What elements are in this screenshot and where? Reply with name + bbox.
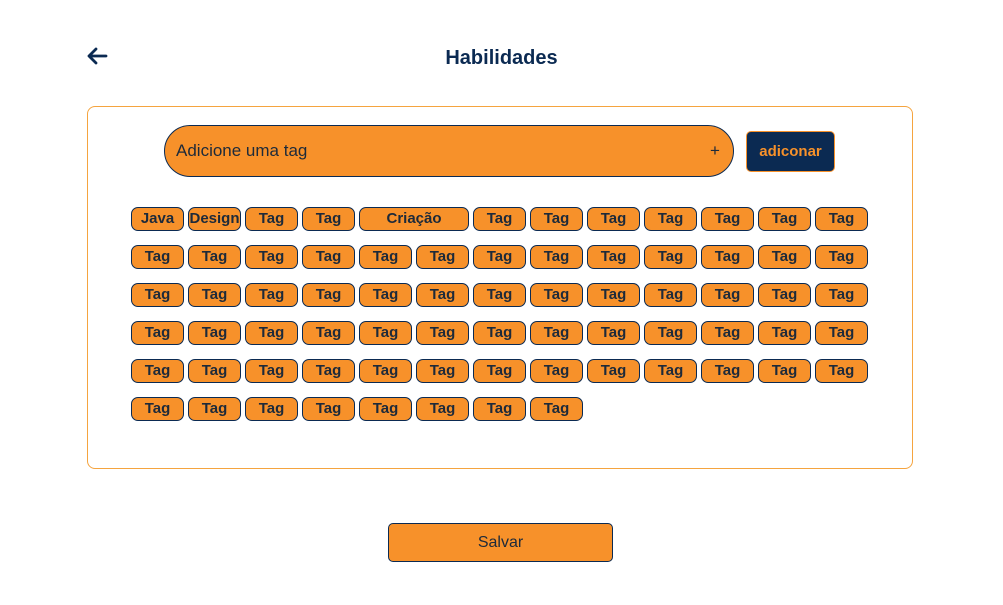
tag-chip[interactable]: Tag	[587, 207, 640, 231]
tag-chip[interactable]: Tag	[530, 207, 583, 231]
tag-chip[interactable]: Tag	[530, 359, 583, 383]
tag-chip[interactable]: Tag	[416, 359, 469, 383]
tag-chip[interactable]: Tag	[416, 397, 469, 421]
tag-chip[interactable]: Tag	[131, 321, 184, 345]
tag-chip[interactable]: Tag	[701, 283, 754, 307]
tag-chip[interactable]: Tag	[701, 207, 754, 231]
tag-chip[interactable]: Criação	[359, 207, 469, 231]
tag-chip[interactable]: Tag	[131, 283, 184, 307]
tag-chip[interactable]: Tag	[245, 245, 298, 269]
tag-chip[interactable]: Tag	[758, 359, 811, 383]
tag-chip[interactable]: Tag	[758, 245, 811, 269]
tag-chip[interactable]: Tag	[473, 245, 526, 269]
tag-chip[interactable]: Tag	[644, 321, 697, 345]
tag-chip[interactable]: Tag	[302, 321, 355, 345]
tag-chip[interactable]: Tag	[473, 359, 526, 383]
tag-chip[interactable]: Tag	[245, 359, 298, 383]
tag-chip[interactable]: Tag	[815, 207, 868, 231]
tag-chip[interactable]: Tag	[302, 283, 355, 307]
tag-chip[interactable]: Tag	[359, 397, 412, 421]
tag-chip[interactable]: Tag	[587, 283, 640, 307]
tag-chip[interactable]: Tag	[815, 283, 868, 307]
tag-chip[interactable]: Tag	[188, 397, 241, 421]
tag-chip[interactable]: Tag	[473, 207, 526, 231]
tag-chip[interactable]: Tag	[188, 245, 241, 269]
add-tag-button[interactable]: adiconar	[746, 131, 835, 172]
tag-chip[interactable]: Tag	[131, 359, 184, 383]
tag-list: Java Design Tag Tag Criação Tag Tag Tag Tag Tag Ta…	[131, 207, 876, 435]
tag-row: Java Design Tag Tag Criação Tag Tag Tag Tag Tag Ta…	[131, 207, 876, 233]
tag-chip[interactable]: Tag	[530, 397, 583, 421]
tag-chip[interactable]: Tag	[359, 245, 412, 269]
tag-chip[interactable]: Tag	[644, 245, 697, 269]
tag-chip[interactable]: Tag	[131, 245, 184, 269]
tag-row: Tag Tag Tag Tag Tag Tag Tag Tag Tag Tag Tag Tag Tag	[131, 359, 876, 385]
tag-row: Tag Tag Tag Tag Tag Tag Tag Tag Tag Tag Tag Tag Tag	[131, 245, 876, 271]
tag-chip[interactable]: Tag	[302, 359, 355, 383]
tag-chip[interactable]: Tag	[530, 283, 583, 307]
tag-chip[interactable]: Tag	[302, 397, 355, 421]
save-button[interactable]: Salvar	[388, 523, 613, 562]
tag-chip[interactable]: Tag	[416, 245, 469, 269]
tag-chip[interactable]: Tag	[473, 321, 526, 345]
tag-chip[interactable]: Tag	[245, 207, 298, 231]
tag-chip[interactable]: Tag	[815, 245, 868, 269]
tag-chip[interactable]: Tag	[701, 245, 754, 269]
tag-chip[interactable]: Tag	[644, 359, 697, 383]
tag-chip[interactable]: Tag	[587, 359, 640, 383]
tag-chip[interactable]: Tag	[188, 321, 241, 345]
tag-chip[interactable]: Tag	[758, 207, 811, 231]
tag-row: Tag Tag Tag Tag Tag Tag Tag Tag	[131, 397, 876, 423]
tag-chip[interactable]: Tag	[815, 359, 868, 383]
tag-chip[interactable]: Tag	[245, 283, 298, 307]
tag-chip[interactable]: Java	[131, 207, 184, 231]
plus-icon[interactable]: +	[705, 141, 725, 161]
tag-chip[interactable]: Tag	[473, 283, 526, 307]
tag-chip[interactable]: Tag	[245, 321, 298, 345]
tag-chip[interactable]: Tag	[131, 397, 184, 421]
tag-chip[interactable]: Tag	[302, 245, 355, 269]
tag-chip[interactable]: Tag	[758, 321, 811, 345]
tag-chip[interactable]: Tag	[701, 321, 754, 345]
tag-chip[interactable]: Tag	[302, 207, 355, 231]
tag-chip[interactable]: Tag	[359, 359, 412, 383]
tag-chip[interactable]: Tag	[530, 245, 583, 269]
tag-chip[interactable]: Tag	[245, 397, 298, 421]
tag-chip[interactable]: Tag	[587, 245, 640, 269]
tag-chip[interactable]: Tag	[758, 283, 811, 307]
tag-chip[interactable]: Tag	[587, 321, 640, 345]
tag-chip[interactable]: Tag	[644, 207, 697, 231]
tag-input[interactable]	[165, 126, 705, 176]
tag-chip[interactable]: Tag	[188, 283, 241, 307]
tag-chip[interactable]: Tag	[188, 359, 241, 383]
tag-chip[interactable]: Tag	[359, 283, 412, 307]
tag-chip[interactable]: Tag	[530, 321, 583, 345]
tag-chip[interactable]: Tag	[815, 321, 868, 345]
tag-chip[interactable]: Tag	[416, 283, 469, 307]
tag-chip[interactable]: Design	[188, 207, 241, 231]
tag-chip[interactable]: Tag	[701, 359, 754, 383]
tag-row: Tag Tag Tag Tag Tag Tag Tag Tag Tag Tag Tag Tag Tag	[131, 321, 876, 347]
tag-chip[interactable]: Tag	[359, 321, 412, 345]
tag-chip[interactable]: Tag	[644, 283, 697, 307]
tag-chip[interactable]: Tag	[416, 321, 469, 345]
tag-chip[interactable]: Tag	[473, 397, 526, 421]
page-title: Habilidades	[445, 47, 558, 69]
tag-input-container: +	[164, 125, 734, 177]
tag-row: Tag Tag Tag Tag Tag Tag Tag Tag Tag Tag Tag Tag Tag	[131, 283, 876, 309]
